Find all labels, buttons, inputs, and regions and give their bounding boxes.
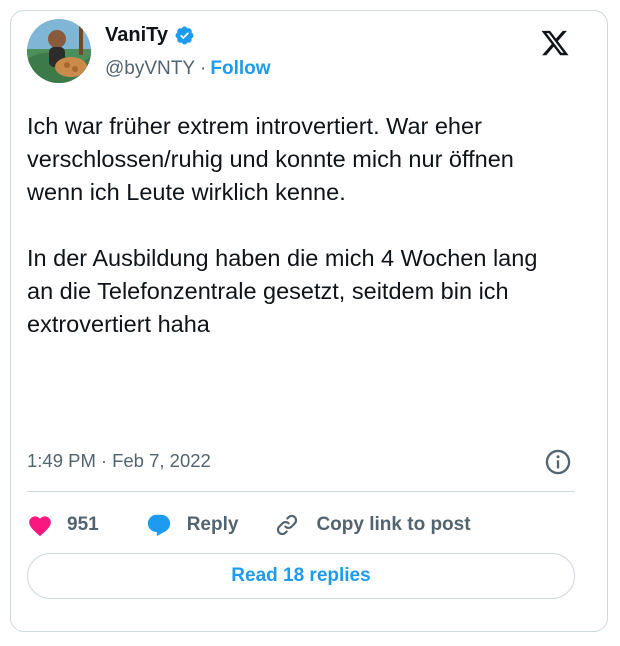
copy-link-label: Copy link to post bbox=[316, 514, 471, 535]
tweet-time[interactable]: 1:49 PM bbox=[27, 450, 96, 472]
heart-icon bbox=[29, 516, 51, 537]
author-handle[interactable]: @byVNTY bbox=[105, 58, 195, 80]
reply-bubble-icon bbox=[147, 514, 170, 537]
avatar-image bbox=[27, 19, 91, 83]
divider bbox=[27, 491, 575, 492]
author-name[interactable]: VaniTy bbox=[105, 24, 168, 47]
read-replies-label: Read 18 replies bbox=[231, 565, 371, 586]
reply-label: Reply bbox=[186, 514, 239, 535]
likes-count: 951 bbox=[67, 514, 99, 535]
follow-button[interactable]: Follow bbox=[210, 58, 270, 80]
meta-separator: · bbox=[100, 450, 108, 471]
like-button[interactable]: 951 bbox=[27, 513, 99, 537]
verified-badge-icon bbox=[175, 26, 194, 45]
read-replies-button[interactable]: Read 18 replies bbox=[27, 553, 575, 599]
avatar[interactable] bbox=[27, 19, 91, 83]
info-icon[interactable] bbox=[544, 448, 572, 476]
tweet-text: Ich war früher extrem introvertiert. War… bbox=[27, 113, 538, 337]
reply-button[interactable]: Reply bbox=[145, 512, 239, 538]
x-logo-icon[interactable] bbox=[540, 28, 570, 58]
tweet-date[interactable]: Feb 7, 2022 bbox=[112, 450, 211, 472]
handle-separator: · bbox=[200, 58, 207, 79]
link-icon bbox=[277, 514, 298, 536]
copy-link-button[interactable]: Copy link to post bbox=[274, 512, 471, 538]
